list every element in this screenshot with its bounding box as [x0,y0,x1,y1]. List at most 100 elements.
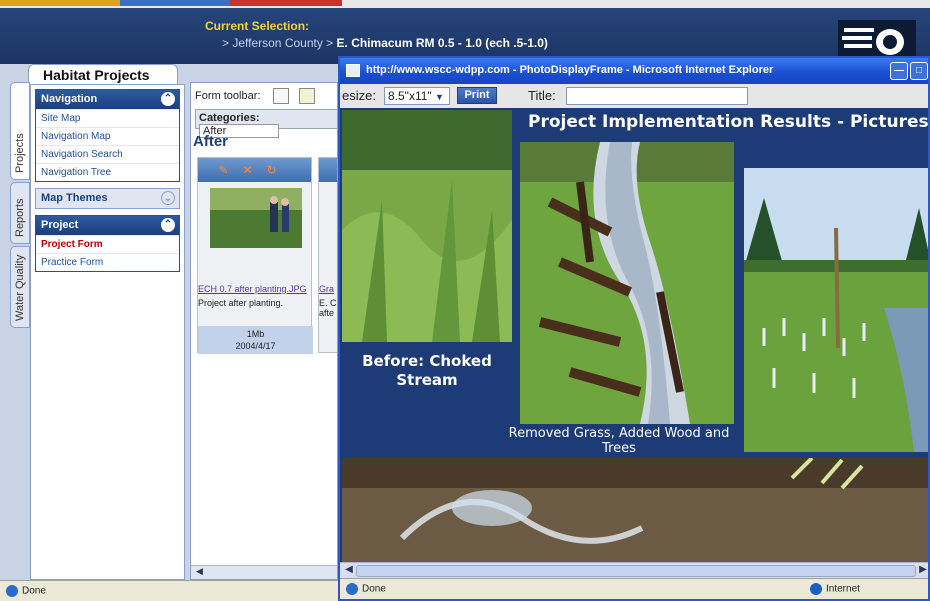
zone-text: Internet [826,583,860,595]
ie-page-icon [346,583,358,595]
tab-water-quality[interactable]: Water Quality [10,246,30,328]
logo-icon [838,20,916,60]
map-themes-box: Map Themes ⌄ [35,188,180,209]
photo-description: Project after planting. [198,298,284,308]
scroll-right-icon[interactable]: ▶ [916,564,928,578]
before-caption-line1: Before: Choked [362,352,492,370]
navigation-box: Navigation ⌃ Site Map Navigation Map Navi… [35,89,180,182]
form-toolbar-label: Form toolbar: [195,89,261,102]
collapse-icon[interactable]: ⌃ [161,218,175,232]
tab-water-quality-label: Water Quality [14,254,26,321]
map-themes-header[interactable]: Map Themes ⌄ [36,189,179,208]
horizontal-scrollbar[interactable]: ◀ [191,565,337,579]
page-size-select[interactable]: 8.5"x11" ▼ [384,87,450,105]
page-heading: Project Implementation Results - Picture… [528,112,929,132]
before-caption: Before: Choked Stream [342,352,512,390]
map-themes-label: Map Themes [41,192,108,204]
removed-grass-image [520,142,734,424]
pencil-icon[interactable]: ✎ [218,163,242,177]
status-bar: Done [0,580,338,601]
ie-window-icon [346,64,360,77]
size-label: esize: [342,88,376,103]
photo-description-2: E. Cafte [319,298,337,318]
photo-date: 2004/4/17 [235,341,276,351]
tab-habitat-projects[interactable]: Habitat Projects [28,64,178,86]
photo-description-2-line1: E. C [319,298,337,308]
window-titlebar[interactable]: http://www.wscc-wdpp.com - PhotoDisplayF… [340,58,928,84]
ie-page-icon [6,585,18,597]
rotate-icon[interactable]: ↻ [267,163,291,177]
removed-caption-line2: Trees [602,441,636,456]
window-status-text: Done [362,583,386,595]
photo-display-window: http://www.wscc-wdpp.com - PhotoDisplayF… [338,56,930,601]
globe-icon [810,583,822,595]
photo-card-2: Gra E. Cafte [318,157,337,353]
top-color-strip [0,0,930,8]
section-title: After [193,133,229,150]
removed-caption: Removed Grass, Added Wood and Trees [488,426,750,456]
stream-photo [342,458,928,572]
removed-grass-photo [520,142,734,424]
photo-meta: 1Mb 2004/4/17 [198,326,313,354]
minimize-icon[interactable]: — [890,62,908,80]
current-selection-label: Current Selection: [205,19,310,33]
photo-description-2-line2: afte [319,308,335,318]
planted-trees-image [744,168,928,452]
zone-indicator: Internet [810,583,860,595]
removed-caption-line1: Removed Grass, Added Wood and [508,426,730,441]
delete-icon[interactable]: ✕ [242,163,266,177]
collapse-icon[interactable]: ⌃ [161,92,175,106]
expand-icon[interactable]: ⌄ [161,191,175,205]
nav-item-navigation-search[interactable]: Navigation Search [36,145,179,163]
photo-link[interactable]: ECH 0.7 after planting.JPG [198,284,313,294]
tab-reports[interactable]: Reports [10,182,30,244]
before-caption-line2: Stream [396,371,458,389]
before-photo-image [342,110,512,342]
stream-image [342,458,928,572]
thumbnail-image [210,188,302,248]
title-input[interactable] [566,87,748,105]
tab-projects-label: Projects [14,133,26,173]
nav-item-navigation-map[interactable]: Navigation Map [36,127,179,145]
breadcrumb-current: E. Chimacum RM 0.5 - 1.0 (ech .5-1.0) [336,36,548,50]
document-icon[interactable] [273,88,290,104]
project-header[interactable]: Project ⌃ [36,216,179,235]
project-box: Project ⌃ Project Form Practice Form [35,215,180,272]
breadcrumb: > Jefferson County > E. Chimacum RM 0.5 … [222,36,548,50]
photo-thumbnail[interactable] [210,188,302,248]
print-controls: esize: 8.5"x11" ▼ Print Title: [340,84,928,108]
card-toolbar: ✎✕↻ [198,158,311,182]
nav-item-project-form[interactable]: Project Form [36,235,179,253]
chevron-down-icon: ▼ [435,92,444,102]
scroll-thumb[interactable] [356,565,916,577]
tab-projects[interactable]: Projects [10,82,30,180]
edit-icon[interactable] [298,88,315,104]
categories-bar: Categories:After [195,109,337,138]
navigation-header-label: Navigation [41,93,98,105]
breadcrumb-prefix[interactable]: > Jefferson County > [222,36,337,50]
window-horizontal-scrollbar[interactable]: ◀ ▶ [340,562,928,578]
nav-item-navigation-tree[interactable]: Navigation Tree [36,163,179,181]
scroll-left-icon[interactable]: ◀ [342,564,356,578]
photo-card: ✎✕↻ ECH 0.7 after planting.JPG Project a… [197,157,313,354]
main-content: Form toolbar: Categories:After After ✎✕↻… [190,82,338,580]
maximize-icon[interactable]: □ [910,62,928,80]
sidebar: Navigation ⌃ Site Map Navigation Map Navi… [30,84,185,580]
navigation-header[interactable]: Navigation ⌃ [36,90,179,109]
nav-item-practice-form[interactable]: Practice Form [36,253,179,271]
page-size-value: 8.5"x11" [388,89,432,103]
planted-trees-photo [744,168,928,452]
card-toolbar-2 [319,158,337,182]
photo-link-2[interactable]: Gra [319,284,334,294]
vertical-tabs: Projects Reports Water Quality [10,82,32,330]
photo-canvas: Project Implementation Results - Picture… [340,108,929,572]
before-photo [342,110,512,342]
window-title: http://www.wscc-wdpp.com - PhotoDisplayF… [366,64,774,76]
scroll-left-icon[interactable]: ◀ [196,566,203,576]
photo-size: 1Mb [246,329,265,339]
nav-item-site-map[interactable]: Site Map [36,109,179,127]
screen: { "header": { "selection_label": "Curren… [0,0,930,601]
project-header-label: Project [41,219,79,231]
title-label: Title: [528,88,556,103]
print-button[interactable]: Print [457,87,497,104]
